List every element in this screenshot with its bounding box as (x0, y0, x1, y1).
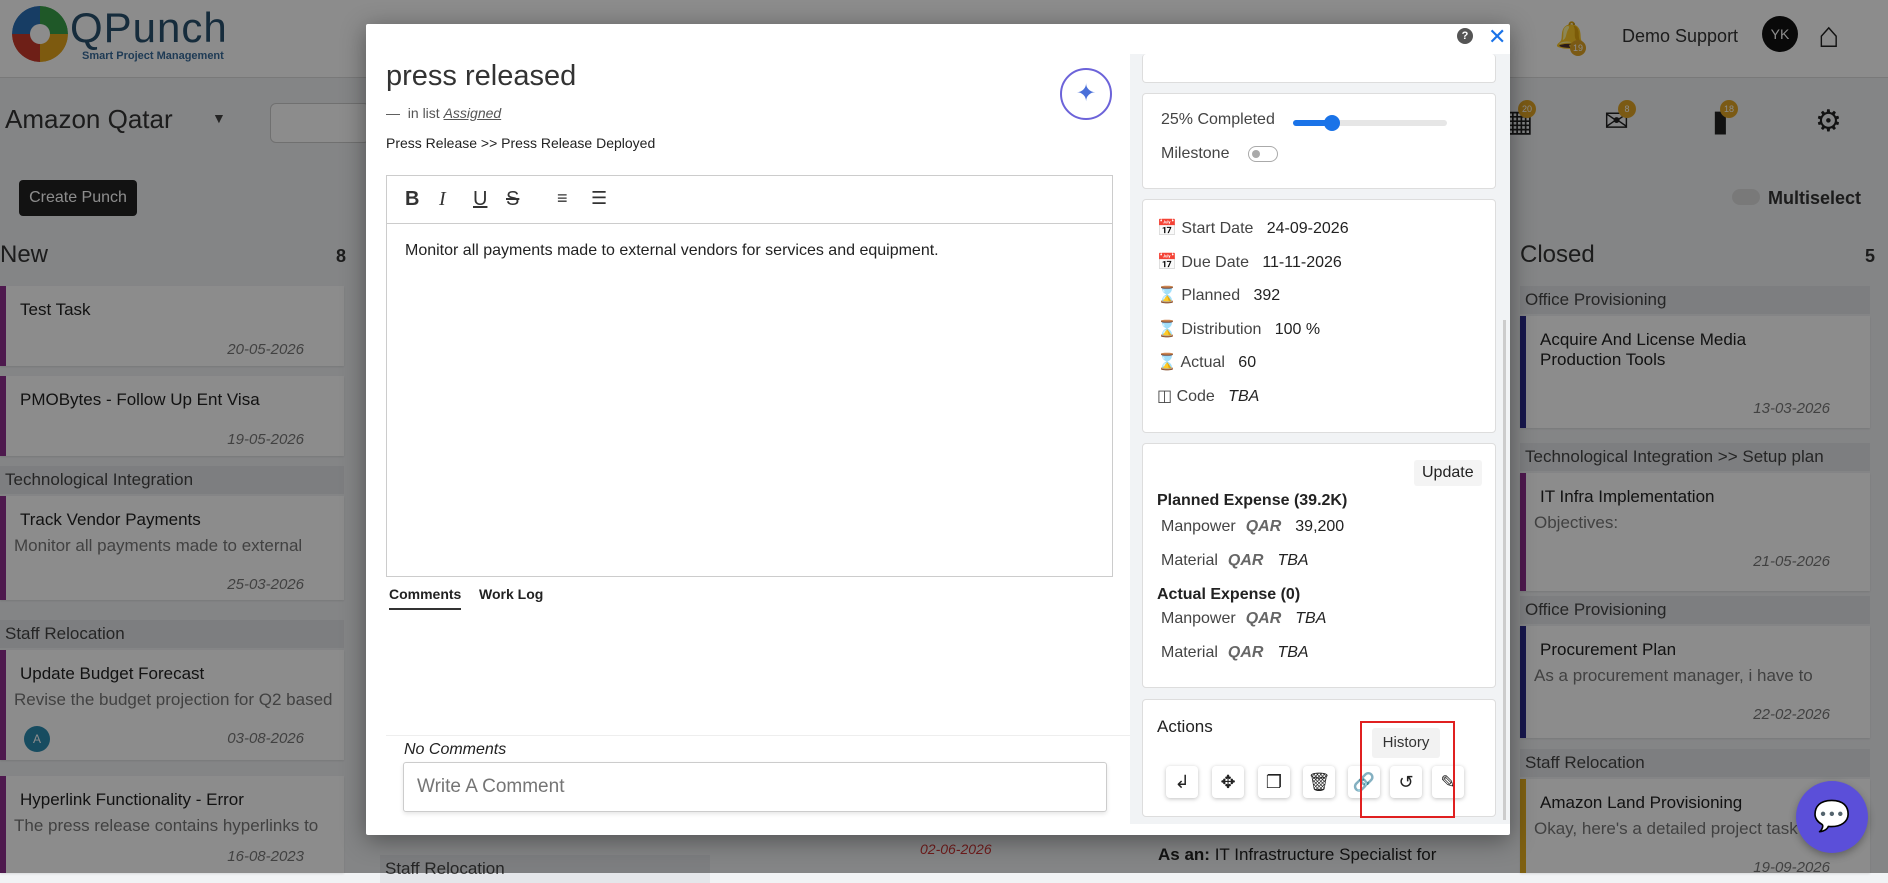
editor-toolbar: B I U S ≡ ☰ (387, 176, 1112, 224)
in-list-prefix: in list (407, 105, 440, 121)
bold-icon[interactable]: B (405, 188, 419, 211)
ai-sparkle-button[interactable]: ✦ (1060, 68, 1112, 120)
expense-label: Manpower (1161, 610, 1236, 627)
tab-work-log[interactable]: Work Log (479, 586, 543, 602)
move-icon[interactable]: ✥ (1212, 766, 1244, 798)
comment-input[interactable] (403, 762, 1107, 812)
hourglass-icon: ⌛ (1157, 321, 1177, 338)
comment-tabs: Comments Work Log (386, 586, 1113, 614)
distribution-label: Distribution (1181, 321, 1262, 338)
start-date-label: Start Date (1181, 220, 1254, 237)
breadcrumb[interactable]: Press Release >> Press Release Deployed (386, 135, 655, 151)
close-icon[interactable]: ✕ (1488, 24, 1506, 50)
actual-label: Actual (1180, 354, 1225, 371)
distribution-value: 100 % (1274, 321, 1321, 338)
history-tooltip: History (1372, 728, 1440, 758)
currency: QAR (1227, 552, 1264, 569)
progress-slider-thumb[interactable] (1324, 115, 1340, 131)
calendar-icon: 📅 (1157, 254, 1177, 271)
underline-icon[interactable]: U (473, 188, 487, 211)
details-panel-top (1142, 54, 1496, 83)
amount: TBA (1277, 552, 1309, 569)
actual-row[interactable]: ⌛ Actual 60 (1157, 352, 1256, 372)
amount: TBA (1277, 644, 1309, 661)
amount: 39,200 (1295, 518, 1345, 535)
milestone-label: Milestone (1161, 145, 1230, 162)
no-comments-text: No Comments (404, 741, 507, 758)
milestone-toggle[interactable] (1248, 146, 1278, 162)
dash-icon: — (386, 105, 408, 121)
currency: QAR (1245, 518, 1282, 535)
tab-comments[interactable]: Comments (389, 586, 462, 610)
code-row[interactable]: ◫ Code TBA (1157, 386, 1259, 406)
in-list-label: — in list Assigned (386, 105, 501, 121)
trash-icon[interactable]: 🗑 (1303, 766, 1335, 798)
amount: TBA (1295, 610, 1327, 627)
due-date-value: 11-11-2026 (1262, 254, 1342, 271)
start-date-value: 24-09-2026 (1266, 220, 1349, 237)
actions-title: Actions (1157, 717, 1213, 736)
italic-icon[interactable]: I (439, 188, 446, 211)
currency: QAR (1227, 644, 1264, 661)
actual-expense-title: Actual Expense (0) (1157, 586, 1301, 603)
divider (386, 735, 1130, 736)
planned-row[interactable]: ⌛ Planned 392 (1157, 285, 1280, 305)
progress-panel (1142, 93, 1496, 189)
planned-label: Planned (1181, 287, 1241, 304)
expense-label: Material (1161, 644, 1218, 661)
help-icon[interactable]: ? (1457, 28, 1473, 44)
actual-value: 60 (1238, 354, 1257, 371)
expense-label: Material (1161, 552, 1218, 569)
strikethrough-icon[interactable]: S (506, 188, 519, 211)
progress-slider[interactable] (1293, 115, 1447, 131)
calendar-icon: 📅 (1157, 220, 1177, 237)
actual-material-row: Material QAR TBA (1161, 644, 1309, 662)
hourglass-icon: ⌛ (1157, 287, 1177, 304)
planned-material-row: Material QAR TBA (1161, 552, 1309, 570)
planned-manpower-row: Manpower QAR 39,200 (1161, 518, 1344, 536)
hourglass-icon: ⌛ (1157, 354, 1177, 371)
ordered-list-icon[interactable]: ≡ (557, 188, 568, 209)
planned-value: 392 (1253, 287, 1281, 304)
distribution-row[interactable]: ⌛ Distribution 100 % (1157, 319, 1320, 339)
task-title[interactable]: press released (386, 60, 576, 93)
copy-icon[interactable]: ❐ (1258, 766, 1290, 798)
planned-expense-title: Planned Expense (39.2K) (1157, 492, 1348, 509)
bullet-list-icon[interactable]: ☰ (591, 188, 607, 209)
due-date-row[interactable]: 📅 Due Date 11-11-2026 (1157, 252, 1342, 272)
update-button[interactable]: Update (1414, 460, 1482, 486)
list-link[interactable]: Assigned (444, 105, 502, 121)
description-text[interactable]: Monitor all payments made to external ve… (405, 242, 939, 260)
code-value: TBA (1228, 388, 1260, 405)
progress-label: 25% Completed (1161, 111, 1275, 128)
chat-fab-button[interactable]: 💬 (1796, 781, 1868, 853)
actual-manpower-row: Manpower QAR TBA (1161, 610, 1326, 628)
currency: QAR (1245, 610, 1282, 627)
due-date-label: Due Date (1181, 254, 1249, 271)
description-editor[interactable]: B I U S ≡ ☰ Monitor all payments made to… (386, 175, 1113, 577)
expense-label: Manpower (1161, 518, 1236, 535)
code-label: Code (1176, 388, 1215, 405)
branch-icon[interactable]: ↲ (1166, 766, 1198, 798)
scrollbar[interactable] (1503, 320, 1506, 820)
basket-icon: ◫ (1157, 388, 1173, 405)
start-date-row[interactable]: 📅 Start Date 24-09-2026 (1157, 218, 1349, 238)
